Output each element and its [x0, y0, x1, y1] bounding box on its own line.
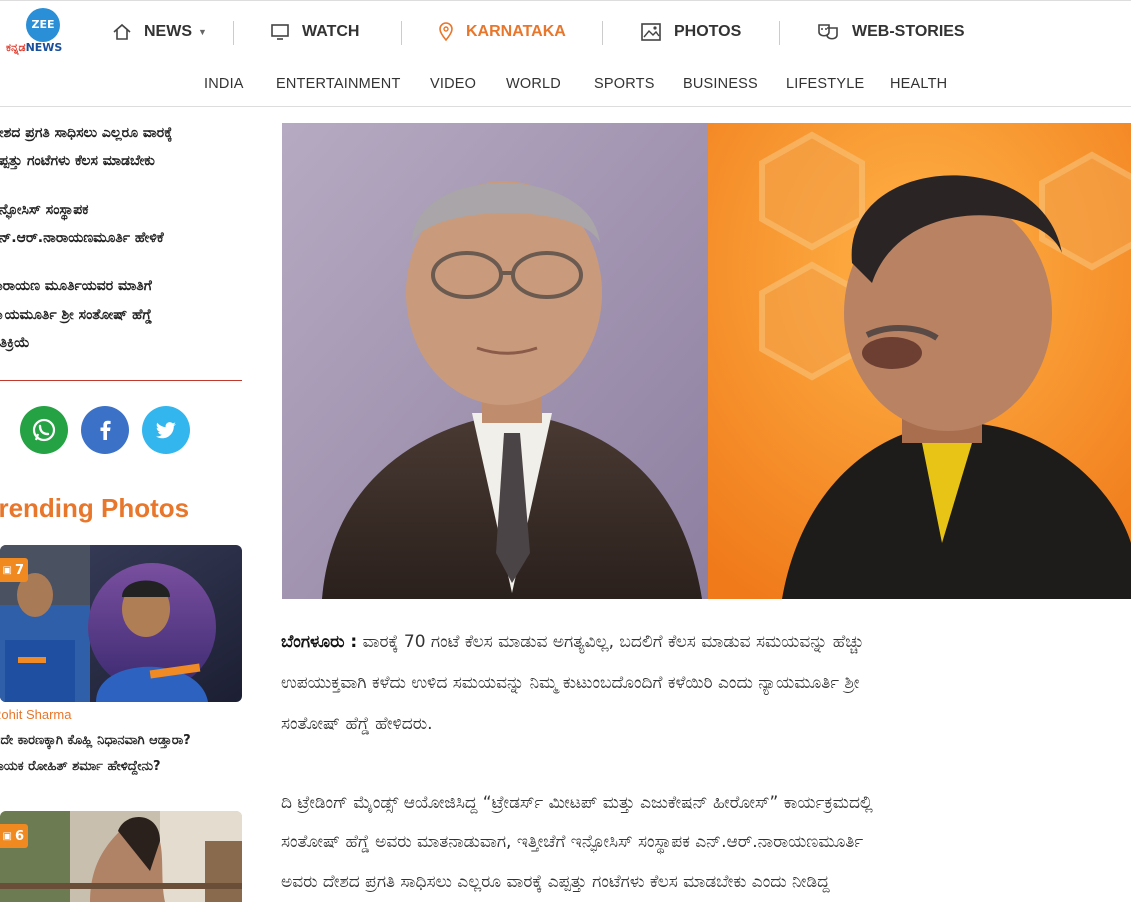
chevron-down-icon: ▼ — [198, 27, 207, 37]
logo-kannada-text: ಕನ್ನಡ — [6, 41, 26, 54]
image-icon — [640, 22, 662, 42]
nav-karnataka[interactable]: KARNATAKA — [438, 1, 566, 63]
article-text: ವಾರಕ್ಕೆ 70 ಗಂಟೆ ಕೆಲಸ ಮಾಡುವ ಅಗತ್ಯವಿಲ್ಲ, ಬ… — [362, 632, 864, 652]
sidebar-summary-line: ನಾರಾಯಣ ಮೂರ್ತಿಯವರ ಮಾತಿಗೆ — [0, 278, 152, 294]
camera-icon: ▣ — [2, 564, 12, 576]
subnav-video[interactable]: VIDEO — [430, 76, 476, 92]
article-hero-image — [282, 123, 1131, 599]
subnav-lifestyle[interactable]: LIFESTYLE — [786, 76, 864, 92]
nav-photos[interactable]: PHOTOS — [640, 1, 741, 63]
zee-kannada-news-logo[interactable]: ZEE ಕನ್ನಡNEWS — [6, 8, 76, 56]
whatsapp-share-button[interactable] — [20, 406, 68, 454]
logo-news-text: NEWS — [25, 41, 63, 54]
article-paragraph-line: ಸಂತೋಷ್ ಹೆಗ್ಡೆ ಅವರು ಮಾತನಾಡುವಾಗ, ಇತ್ತೀಚೆಗೆ… — [281, 832, 864, 852]
subnav-health[interactable]: HEALTH — [890, 76, 947, 92]
trending-photo-card[interactable]: ▣ 6 — [0, 811, 242, 902]
nav-watch[interactable]: WATCH — [270, 1, 359, 63]
sidebar-summary-line: ದೇಶದ ಪ್ರಗತಿ ಸಾಧಿಸಲು ಎಲ್ಲರೂ ವಾರಕ್ಕೆ — [0, 125, 173, 141]
subnav-entertainment[interactable]: ENTERTAINMENT — [276, 76, 401, 92]
article-paragraph-line: ಅವರು ದೇಶದ ಪ್ರಗತಿ ಸಾಧಿಸಲು ಎಲ್ಲರೂ ವಾರಕ್ಕೆ … — [281, 872, 830, 892]
subnav-world[interactable]: WORLD — [506, 76, 561, 92]
nav-divider — [602, 21, 603, 45]
nav-watch-label: WATCH — [302, 23, 360, 40]
trending-photo-tag[interactable]: Rohit Sharma — [0, 707, 71, 722]
theater-masks-icon — [816, 22, 840, 42]
nav-divider — [401, 21, 402, 45]
trending-photo-caption-line[interactable]: ಇದೇ ಕಾರಣಕ್ಕಾಗಿ ಕೊಹ್ಲಿ ನಿಧಾನವಾಗಿ ಆಡ್ತಾರಾ? — [0, 733, 191, 748]
nav-web-stories[interactable]: WEB-STORIES — [816, 1, 965, 63]
nav-web-stories-label: WEB-STORIES — [852, 23, 965, 40]
whatsapp-icon — [32, 418, 56, 442]
trending-photo-card[interactable]: ▣ 7 — [0, 545, 242, 702]
sidebar-summary-line: ಎನ್.ಆರ್.ನಾರಾಯಣಮೂರ್ತಿ ಹೇಳಿಕೆ — [0, 230, 164, 246]
article-paragraph-line: ಬೆಂಗಳೂರು : ವಾರಕ್ಕೆ 70 ಗಂಟೆ ಕೆಲಸ ಮಾಡುವ ಅಗ… — [281, 622, 1127, 663]
nav-news[interactable]: NEWS ▼ — [112, 1, 207, 63]
article-paragraph-line: ಸಂತೋಷ್ ಹೆಗ್ಡೆ ಹೇಳಿದರು. — [281, 714, 433, 734]
photo-count-badge: ▣ 7 — [0, 558, 28, 582]
sidebar-divider — [0, 380, 242, 381]
nav-divider — [779, 21, 780, 45]
photo-count: 6 — [14, 828, 24, 844]
nav-karnataka-label: KARNATAKA — [466, 23, 566, 40]
article-paragraph-line: ಉಪಯುಕ್ತವಾಗಿ ಕಳೆದು ಉಳಿದ ಸಮಯವನ್ನು ನಿಮ್ಮ ಕು… — [281, 673, 860, 693]
sidebar-summary-line: ಇನ್ಫೋಸಿಸ್ ಸಂಸ್ಥಾಪಕ — [0, 202, 89, 218]
monitor-icon — [270, 22, 290, 42]
nav-divider — [233, 21, 234, 45]
top-navigation-bar: ZEE ಕನ್ನಡNEWS NEWS ▼ WATCH KARNATAKA PHO… — [0, 0, 1131, 63]
facebook-share-button[interactable] — [81, 406, 129, 454]
nav-photos-label: PHOTOS — [674, 23, 742, 40]
trending-photo-image-model — [0, 811, 242, 902]
subnav-business[interactable]: BUSINESS — [683, 76, 758, 92]
camera-icon: ▣ — [2, 830, 12, 842]
sidebar-summary-line: ಪ್ರತಿಕ್ರಿಯೆ — [0, 335, 30, 351]
nav-news-label: NEWS — [144, 23, 192, 40]
photo-count: 7 — [14, 562, 24, 578]
twitter-share-button[interactable] — [142, 406, 190, 454]
trending-photos-heading: Trending Photos — [0, 493, 190, 523]
facebook-icon — [100, 420, 111, 440]
zee-logo-circle: ZEE — [26, 8, 60, 42]
logo-brand-text: ಕನ್ನಡNEWS — [6, 41, 62, 55]
subnav-india[interactable]: INDIA — [204, 76, 244, 92]
photo-count-badge: ▣ 6 — [0, 824, 28, 848]
category-subnav: INDIA ENTERTAINMENT VIDEO WORLD SPORTS B… — [0, 62, 1131, 107]
twitter-icon — [155, 422, 176, 439]
trending-photo-caption-line[interactable]: ನಾಯಕ ರೋಹಿತ್ ಶರ್ಮಾ ಹೇಳಿದ್ದೇನು? — [0, 759, 161, 774]
trending-photo-image-cricket — [0, 545, 242, 702]
sidebar-summary-line: ನ್ಯಾಯಮೂರ್ತಿ ಶ್ರೀ ಸಂತೋಷ್ ಹೆಗ್ಡೆ — [0, 307, 153, 323]
hero-photo-illustration — [282, 123, 1131, 599]
home-icon — [112, 22, 132, 42]
article-dateline: ಬೆಂಗಳೂರು : — [281, 632, 358, 652]
sidebar-summary-line: ಎಪ್ಪತ್ತು ಗಂಟೆಗಳು ಕೆಲಸ ಮಾಡಬೇಕು — [0, 153, 155, 169]
article-paragraph-line: ದಿ ಟ್ರೇಡಿಂಗ್ ಮೈಂಡ್ಸ್ ಆಯೋಜಿಸಿದ್ದ “ಟ್ರೇಡರ್… — [281, 793, 873, 813]
subnav-sports[interactable]: SPORTS — [594, 76, 655, 92]
location-pin-icon — [438, 22, 454, 42]
